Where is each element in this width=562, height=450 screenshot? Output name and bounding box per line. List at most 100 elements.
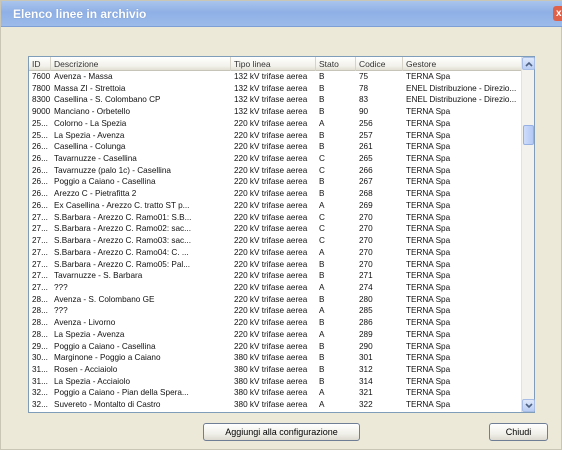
table-row[interactable]: 32... Suvereto - Montalto di Castro 380 kV… xyxy=(29,400,522,410)
cell-status: C xyxy=(319,165,325,175)
cell-description: Avenza - S. Colombano GE xyxy=(54,294,155,304)
cell-status: A xyxy=(319,118,325,128)
cell-operator: TERNA Spa xyxy=(406,365,451,374)
cell-status: B xyxy=(319,376,325,386)
table-row[interactable]: 27... S.Barbara - Arezzo C. Ramo01: S.B..… xyxy=(29,213,522,223)
table-row[interactable]: 8300 Casellina - S. Colombano CP 132 kV tr… xyxy=(29,95,522,105)
cell-operator: TERNA Spa xyxy=(406,224,451,234)
cell-line-type: 220 kV trifase aerea xyxy=(234,318,308,328)
cell-id: 25... xyxy=(32,118,48,128)
cell-id: 31... xyxy=(32,365,48,374)
table-row[interactable]: 9000 Manciano - Orbetello 132 kV trifase a… xyxy=(29,107,522,117)
cell-description: ??? xyxy=(54,282,68,292)
table-row[interactable]: 26... Arezzo C - Pietrafitta 2 220 kV trif… xyxy=(29,189,522,199)
table-row[interactable]: 29... Poggio a Caiano - Casellina 220 kV t… xyxy=(29,342,522,352)
table-row[interactable]: 28... Avenza - Livorno 220 kV trifase aere… xyxy=(29,318,522,328)
table-row[interactable]: 31... La Spezia - Acciaiolo 380 kV trifase… xyxy=(29,377,522,387)
cell-id: 27... xyxy=(32,271,48,281)
table-row[interactable]: 25... Colorno - La Spezia 220 kV trifase a… xyxy=(29,119,522,129)
cell-line-type: 220 kV trifase aerea xyxy=(234,247,308,257)
cell-id: 28... xyxy=(32,329,48,339)
cell-description: S.Barbara - Arezzo C. Ramo02: sac... xyxy=(54,224,191,234)
cell-id: 25... xyxy=(32,130,48,140)
cell-description: Manciano - Orbetello xyxy=(54,107,130,117)
cell-operator: TERNA Spa xyxy=(406,271,451,281)
table-row[interactable]: 27... S.Barbara - Arezzo C. Ramo03: sac..… xyxy=(29,236,522,246)
cell-operator: TERNA Spa xyxy=(406,306,451,316)
cell-description: Massa ZI - Strettoia xyxy=(54,83,126,93)
cell-code: 90 xyxy=(359,107,369,117)
cell-operator: TERNA Spa xyxy=(406,107,451,117)
column-header-line-type[interactable]: Tipo linea xyxy=(231,57,316,71)
lines-list[interactable]: ID Descrizione Tipo linea Stato Codice G… xyxy=(28,56,535,413)
cell-code: 312 xyxy=(359,365,373,374)
cell-code: 285 xyxy=(359,306,373,316)
cell-description: La Spezia - Avenza xyxy=(54,130,125,140)
cell-operator: TERNA Spa xyxy=(406,165,451,175)
table-row[interactable]: 27... S.Barbara - Arezzo C. Ramo04: C. ..… xyxy=(29,248,522,258)
cell-line-type: 380 kV trifase aerea xyxy=(234,400,308,410)
table-row[interactable]: 28... Avenza - S. Colombano GE 220 kV trif… xyxy=(29,295,522,305)
cell-id: 26... xyxy=(32,165,48,175)
table-row[interactable]: 26... Ex Casellina - Arezzo C. tratto ST … xyxy=(29,201,522,211)
column-header-description[interactable]: Descrizione xyxy=(51,57,231,71)
table-row[interactable]: 7600 Avenza - Massa 132 kV trifase aerea B 7… xyxy=(29,72,522,82)
table-row[interactable]: 31... Rosen - Acciaiolo 380 kV trifase aer… xyxy=(29,365,522,375)
table-row[interactable]: 7800 Massa ZI - Strettoia 132 kV trifase a… xyxy=(29,84,522,94)
scroll-thumb[interactable] xyxy=(523,125,534,145)
close-icon[interactable]: x xyxy=(553,6,562,21)
cell-code: 78 xyxy=(359,83,369,93)
close-button[interactable]: Chiudi xyxy=(489,423,548,441)
cell-code: 270 xyxy=(359,224,373,234)
cell-status: B xyxy=(319,107,325,117)
cell-status: A xyxy=(319,400,325,410)
cell-id: 28... xyxy=(32,318,48,328)
table-row[interactable]: 26... Tavarnuzze - Casellina 220 kV trifas… xyxy=(29,154,522,164)
cell-operator: TERNA Spa xyxy=(406,318,451,328)
title-bar[interactable]: Elenco linee in archivio x xyxy=(1,1,562,27)
cell-code: 322 xyxy=(359,400,373,410)
cell-description: ??? xyxy=(54,306,68,316)
column-header-status[interactable]: Stato xyxy=(316,57,356,71)
table-row[interactable]: 30... Marginone - Poggio a Caiano 380 kV t… xyxy=(29,353,522,363)
cell-code: 269 xyxy=(359,200,373,210)
cell-line-type: 380 kV trifase aerea xyxy=(234,376,308,386)
table-row[interactable]: 26... Poggio a Caiano - Casellina 220 kV t… xyxy=(29,177,522,187)
cell-line-type: 220 kV trifase aerea xyxy=(234,177,308,187)
cell-line-type: 380 kV trifase aerea xyxy=(234,388,308,398)
cell-code: 256 xyxy=(359,118,373,128)
vertical-scrollbar[interactable] xyxy=(521,57,535,412)
table-row[interactable]: 25... La Spezia - Avenza 220 kV trifase ae… xyxy=(29,131,522,141)
cell-operator: TERNA Spa xyxy=(406,376,451,386)
cell-status: A xyxy=(319,388,325,398)
cell-operator: TERNA Spa xyxy=(406,247,451,257)
cell-line-type: 132 kV trifase aerea xyxy=(234,83,308,93)
table-row[interactable]: 28... La Spezia - Avenza 220 kV trifase ae… xyxy=(29,330,522,340)
cell-description: Poggio a Caiano - Casellina xyxy=(54,177,156,187)
table-row[interactable]: 27... S.Barbara - Arezzo C. Ramo05: Pal..… xyxy=(29,260,522,270)
cell-description: Ex Casellina - Arezzo C. tratto ST p... xyxy=(54,200,190,210)
cell-description: Marginone - Poggio a Caiano xyxy=(54,353,161,363)
cell-description: Tavarnuzze - S. Barbara xyxy=(54,271,143,281)
cell-status: B xyxy=(319,353,325,363)
table-row[interactable]: 27...??? 220 kV trifase aerea A 274 TERNA Sp… xyxy=(29,283,522,293)
cell-line-type: 380 kV trifase aerea xyxy=(234,353,308,363)
cell-operator: TERNA Spa xyxy=(406,236,451,246)
cell-operator: TERNA Spa xyxy=(406,200,451,210)
scroll-up-button[interactable] xyxy=(522,57,535,70)
add-to-configuration-button[interactable]: Aggiungi alla configurazione xyxy=(203,423,360,441)
table-row[interactable]: 32... Poggio a Caiano - Pian della Spera.… xyxy=(29,388,522,398)
table-row[interactable]: 26... Tavarnuzze (palo 1c) - Casellina 220… xyxy=(29,166,522,176)
scroll-down-button[interactable] xyxy=(522,399,535,412)
cell-description: Poggio a Caiano - Pian della Spera... xyxy=(54,388,189,398)
column-header-code[interactable]: Codice xyxy=(356,57,403,71)
cell-line-type: 220 kV trifase aerea xyxy=(234,341,308,351)
column-header-id[interactable]: ID xyxy=(29,57,51,71)
table-row[interactable]: 28...??? 220 kV trifase aerea A 285 TERNA Sp… xyxy=(29,306,522,316)
cell-description: Casellina - S. Colombano CP xyxy=(54,95,161,105)
table-row[interactable]: 26... Casellina - Colunga 220 kV trifase a… xyxy=(29,142,522,152)
cell-description: S.Barbara - Arezzo C. Ramo05: Pal... xyxy=(54,259,191,269)
column-header-operator[interactable]: Gestore xyxy=(403,57,522,71)
table-row[interactable]: 27... Tavarnuzze - S. Barbara 220 kV trifa… xyxy=(29,271,522,281)
table-row[interactable]: 27... S.Barbara - Arezzo C. Ramo02: sac..… xyxy=(29,224,522,234)
